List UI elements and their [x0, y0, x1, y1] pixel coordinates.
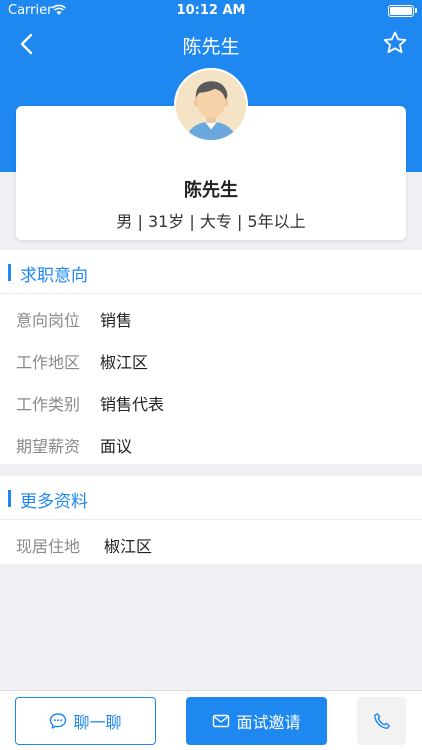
interview-invite-button[interactable]: 面试邀请	[186, 697, 327, 745]
info-row-region: 工作地区 椒江区	[0, 338, 422, 380]
envelope-icon	[213, 714, 230, 728]
more-info-section: 更多资料 现居住地 椒江区	[0, 476, 422, 564]
info-row-residence: 现居住地 椒江区	[0, 522, 422, 564]
row-value: 椒江区	[104, 537, 153, 556]
favorite-button[interactable]	[382, 30, 408, 56]
status-bar: Carrier 10:12 AM	[0, 0, 422, 22]
section-title: 更多资料	[20, 492, 88, 512]
row-value: 销售	[100, 311, 133, 330]
candidate-name: 陈先生	[184, 180, 238, 201]
bottom-action-bar: 聊一聊 面试邀请	[0, 690, 422, 750]
chat-button[interactable]: 聊一聊	[15, 697, 156, 745]
info-row-salary: 期望薪资 面议	[0, 422, 422, 464]
battery-icon	[388, 5, 414, 17]
battery-cap	[415, 8, 417, 13]
section-marker	[8, 490, 11, 507]
chat-bubble-icon	[50, 713, 67, 729]
row-value: 面议	[100, 437, 133, 456]
row-value: 椒江区	[100, 353, 149, 372]
interview-invite-label: 面试邀请	[236, 713, 301, 732]
candidate-meta: 男 | 31岁 | 大专 | 5年以上	[116, 212, 306, 231]
section-header: 更多资料	[0, 476, 422, 520]
row-value: 销售代表	[100, 395, 165, 414]
row-label: 工作类别	[16, 395, 81, 414]
job-intent-section: 求职意向 意向岗位 销售 工作地区 椒江区 工作类别 销售代表 期望薪资 面议	[0, 250, 422, 464]
row-label: 现居住地	[16, 537, 81, 556]
info-row-position: 意向岗位 销售	[0, 296, 422, 338]
info-row-category: 工作类别 销售代表	[0, 380, 422, 422]
row-label: 期望薪资	[16, 437, 81, 456]
section-marker	[8, 264, 11, 281]
star-icon	[383, 31, 407, 54]
row-label: 意向岗位	[16, 311, 81, 330]
avatar	[174, 68, 248, 142]
chat-button-label: 聊一聊	[73, 713, 122, 732]
section-header: 求职意向	[0, 250, 422, 294]
section-title: 求职意向	[20, 266, 88, 286]
phone-call-button[interactable]	[357, 697, 406, 745]
status-time: 10:12 AM	[176, 3, 246, 18]
male-avatar-icon	[176, 70, 246, 140]
page-title: 陈先生	[182, 36, 240, 58]
row-label: 工作地区	[16, 353, 81, 372]
phone-icon	[373, 713, 390, 729]
